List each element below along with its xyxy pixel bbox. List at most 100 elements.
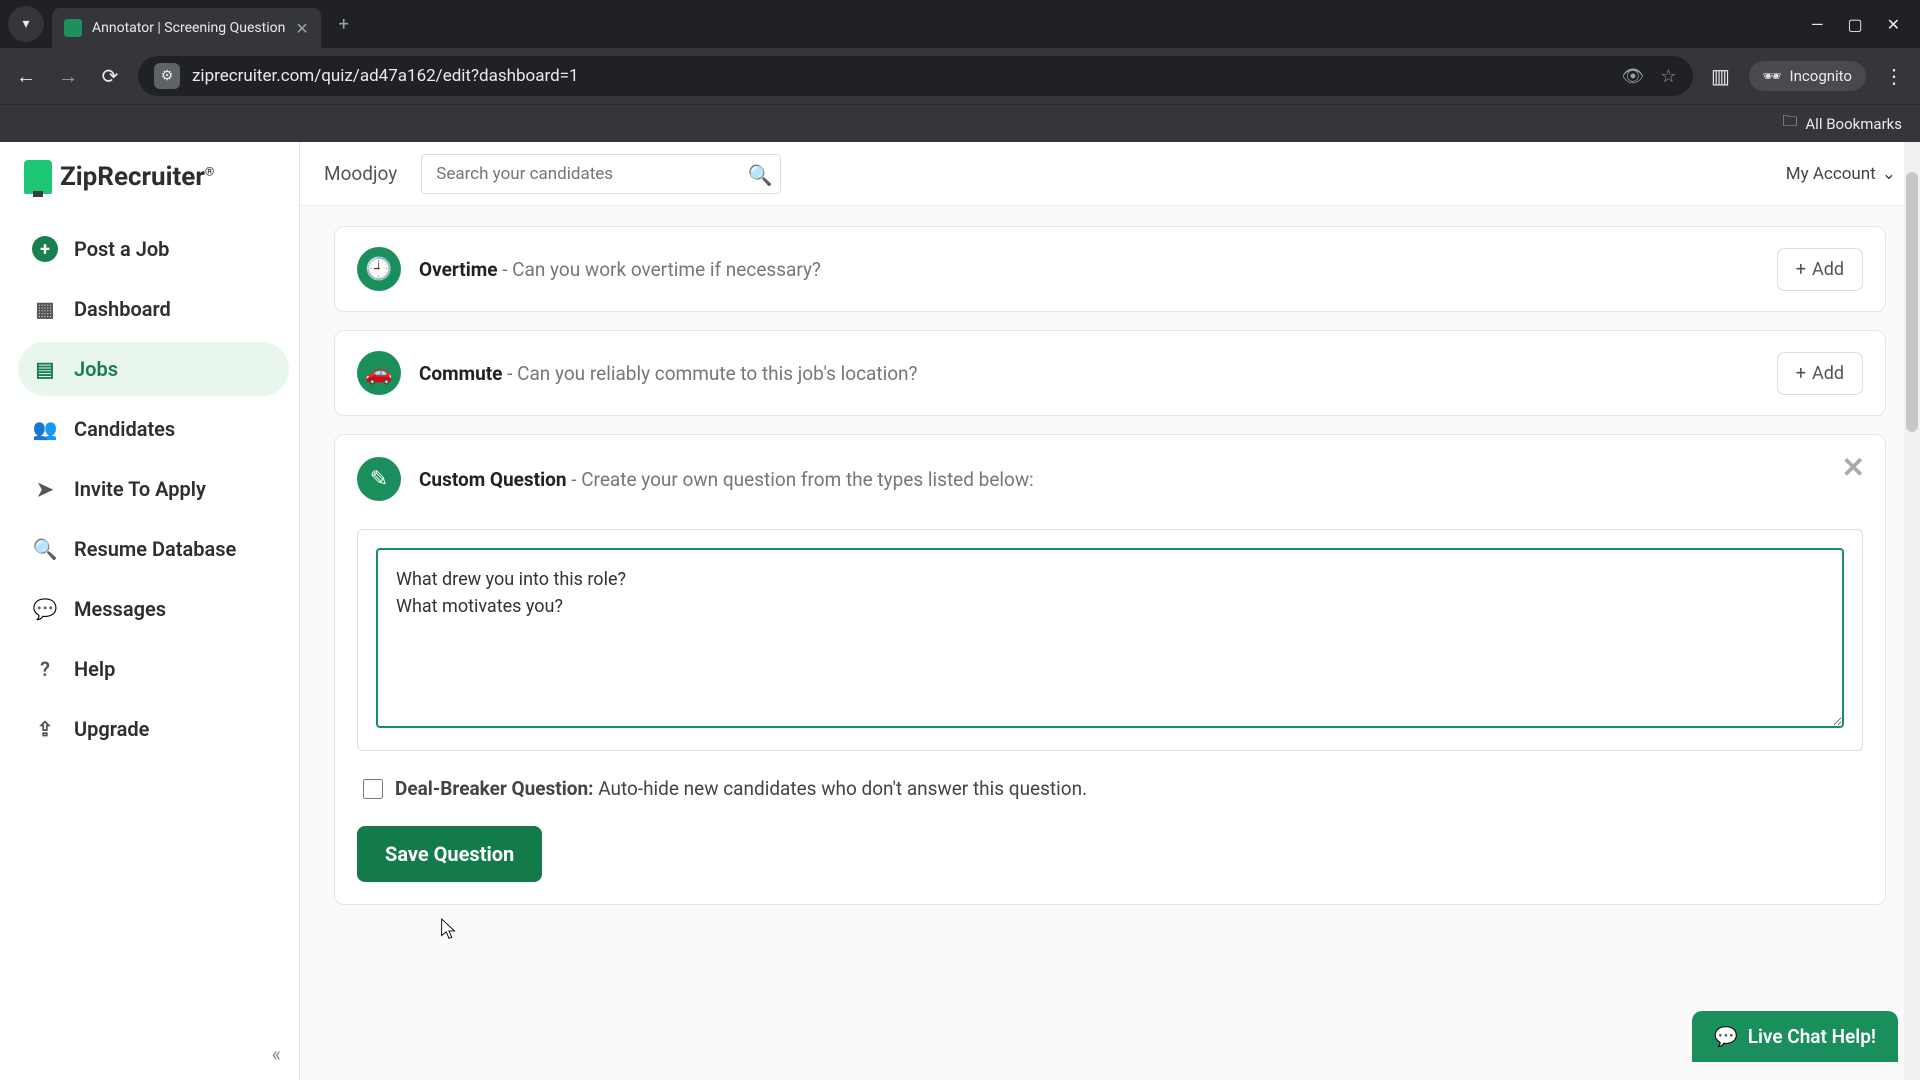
tab-title: Annotator | Screening Question [92, 20, 285, 36]
custom-question-card: ✕ ✎ Custom Question - Create your own qu… [334, 434, 1886, 905]
incognito-label: Incognito [1790, 67, 1852, 85]
candidate-search-input[interactable] [421, 154, 781, 194]
all-bookmarks-label[interactable]: All Bookmarks [1805, 115, 1902, 133]
address-bar[interactable]: ⚙ ziprecruiter.com/quiz/ad47a162/edit?da… [138, 56, 1693, 96]
brand-logo[interactable]: ZipRecruiter® [18, 160, 289, 194]
sidebar-item-invite[interactable]: ➤ Invite To Apply [18, 462, 289, 516]
site-info-icon[interactable]: ⚙ [154, 63, 180, 89]
sidebar-item-messages[interactable]: 💬 Messages [18, 582, 289, 636]
textarea-container [357, 529, 1863, 751]
browser-menu-icon[interactable]: ⋮ [1880, 62, 1908, 90]
help-icon: ? [32, 656, 58, 682]
tab-search-dropdown[interactable]: ▾ [8, 6, 44, 42]
search-icon[interactable]: 🔍 [745, 160, 775, 190]
sidebar-collapse-icon[interactable]: « [272, 1042, 281, 1066]
dealbreaker-row: Deal-Breaker Question: Auto-hide new can… [363, 777, 1863, 800]
question-text: Custom Question - Create your own questi… [419, 468, 1034, 491]
forward-icon: → [54, 62, 82, 90]
account-label: My Account [1786, 164, 1876, 184]
save-question-button[interactable]: Save Question [357, 826, 542, 882]
add-label: Add [1812, 259, 1844, 280]
sidebar-item-label: Upgrade [74, 717, 149, 741]
scrollbar-track[interactable] [1904, 142, 1920, 1080]
add-commute-button[interactable]: + Add [1777, 352, 1863, 395]
sidebar-item-resume-db[interactable]: 🔍 Resume Database [18, 522, 289, 576]
live-chat-button[interactable]: 💬 Live Chat Help! [1692, 1011, 1898, 1062]
bookmarks-folder-icon[interactable]: 🗀 [1782, 111, 1797, 136]
plus-circle-icon: + [32, 236, 58, 262]
question-card-commute: 🚗 Commute - Can you reliably commute to … [334, 330, 1886, 416]
question-desc: - Create your own question from the type… [567, 468, 1034, 491]
question-title: Commute [419, 362, 502, 385]
question-desc: - Can you reliably commute to this job's… [502, 362, 917, 385]
custom-question-header: ✎ Custom Question - Create your own ques… [357, 457, 1863, 501]
brand-name: ZipRecruiter® [60, 162, 214, 192]
dealbreaker-desc: Auto-hide new candidates who don't answe… [593, 777, 1087, 800]
dealbreaker-checkbox[interactable] [363, 779, 383, 799]
sidebar-item-label: Dashboard [74, 297, 171, 321]
tab-favicon-icon [64, 19, 82, 37]
dealbreaker-text: Deal-Breaker Question: Auto-hide new can… [395, 777, 1087, 800]
pencil-icon: ✎ [357, 457, 401, 501]
sidebar: ZipRecruiter® + Post a Job ▦ Dashboard ▤… [0, 142, 300, 1080]
back-icon[interactable]: ← [12, 62, 40, 90]
grid-icon: ▦ [32, 296, 58, 322]
content: 🕘 Overtime - Can you work overtime if ne… [300, 206, 1920, 943]
url-text: ziprecruiter.com/quiz/ad47a162/edit?dash… [192, 66, 579, 86]
browser-chrome: ▾ Annotator | Screening Question ✕ + — ▢… [0, 0, 1920, 142]
custom-question-textarea[interactable] [376, 548, 1844, 728]
sidebar-item-label: Messages [74, 597, 166, 621]
bookmarks-bar: 🗀 All Bookmarks [0, 104, 1920, 142]
bookmark-star-icon[interactable]: ☆ [1660, 66, 1676, 87]
new-tab-button[interactable]: + [329, 9, 359, 39]
my-account-menu[interactable]: My Account ⌄ [1786, 164, 1896, 184]
sidebar-item-label: Candidates [74, 417, 175, 441]
sidebar-item-upgrade[interactable]: ⇪ Upgrade [18, 702, 289, 756]
app-root: ZipRecruiter® + Post a Job ▦ Dashboard ▤… [0, 142, 1920, 1080]
main-area: Moodjoy 🔍 My Account ⌄ 🕘 Overtime - Can … [300, 142, 1920, 1080]
sidebar-item-jobs[interactable]: ▤ Jobs [18, 342, 289, 396]
window-controls: — ▢ ✕ [1811, 15, 1912, 34]
browser-toolbar: ← → ⟳ ⚙ ziprecruiter.com/quiz/ad47a162/e… [0, 48, 1920, 104]
chat-icon: 💬 [32, 596, 58, 622]
question-title: Overtime [419, 258, 497, 281]
send-icon: ➤ [32, 476, 58, 502]
minimize-icon[interactable]: — [1811, 15, 1824, 34]
sidebar-item-candidates[interactable]: 👥 Candidates [18, 402, 289, 456]
plus-icon: + [1796, 259, 1806, 280]
plus-icon: + [1796, 363, 1806, 384]
sidebar-item-label: Jobs [74, 357, 118, 381]
sidepanel-icon[interactable]: ▥ [1707, 62, 1735, 90]
org-name[interactable]: Moodjoy [324, 162, 397, 185]
question-card-overtime: 🕘 Overtime - Can you work overtime if ne… [334, 226, 1886, 312]
topbar: Moodjoy 🔍 My Account ⌄ [300, 142, 1920, 206]
tab-strip: ▾ Annotator | Screening Question ✕ + — ▢… [0, 0, 1920, 48]
chat-label: Live Chat Help! [1748, 1025, 1876, 1048]
question-desc: - Can you work overtime if necessary? [497, 258, 820, 281]
close-window-icon[interactable]: ✕ [1887, 15, 1900, 34]
sidebar-item-label: Invite To Apply [74, 477, 206, 501]
browser-tab[interactable]: Annotator | Screening Question ✕ [52, 8, 321, 48]
sidebar-item-post-a-job[interactable]: + Post a Job [18, 222, 289, 276]
people-icon: 👥 [32, 416, 58, 442]
eye-off-icon[interactable]: 👁 [1622, 66, 1645, 87]
scrollbar-thumb[interactable] [1906, 172, 1918, 432]
maximize-icon[interactable]: ▢ [1847, 15, 1862, 34]
incognito-chip[interactable]: 🕶 Incognito [1749, 61, 1867, 91]
add-overtime-button[interactable]: + Add [1777, 248, 1863, 291]
incognito-icon: 🕶 [1763, 67, 1782, 85]
chat-bubble-icon: 💬 [1714, 1025, 1738, 1048]
close-custom-icon[interactable]: ✕ [1842, 451, 1865, 484]
sidebar-item-label: Post a Job [74, 237, 169, 261]
tab-close-icon[interactable]: ✕ [295, 19, 308, 38]
sidebar-item-label: Help [74, 657, 115, 681]
car-icon: 🚗 [357, 351, 401, 395]
list-icon: ▤ [32, 356, 58, 382]
sidebar-item-dashboard[interactable]: ▦ Dashboard [18, 282, 289, 336]
clock-icon: 🕘 [357, 247, 401, 291]
question-text: Overtime - Can you work overtime if nece… [419, 258, 821, 281]
dealbreaker-label: Deal-Breaker Question: [395, 777, 593, 800]
reload-icon[interactable]: ⟳ [96, 62, 124, 90]
sidebar-item-help[interactable]: ? Help [18, 642, 289, 696]
question-title: Custom Question [419, 468, 567, 491]
